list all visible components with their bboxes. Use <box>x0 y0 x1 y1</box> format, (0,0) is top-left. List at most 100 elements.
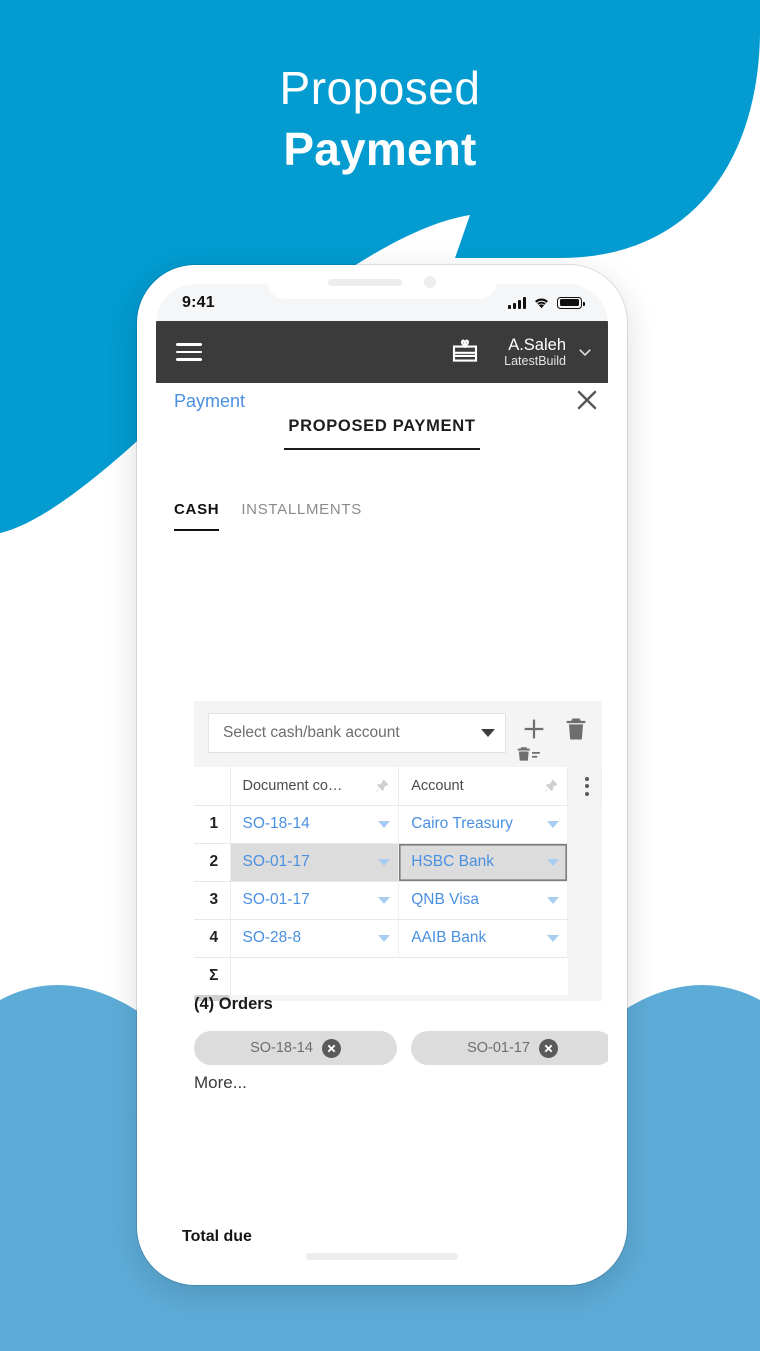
cell-account[interactable]: QNB Visa <box>398 881 568 920</box>
cell-account[interactable]: AAIB Bank <box>398 919 568 958</box>
cell-document-code-text: SO-01-17 <box>242 853 310 870</box>
total-due-label: Total due <box>182 1228 252 1245</box>
page-title: PROPOSED PAYMENT <box>284 417 480 450</box>
caret-down-icon[interactable] <box>378 820 391 828</box>
totals-section: Total due 60,000 Proposed payment 60,000 <box>182 1228 608 1248</box>
caret-down-icon[interactable] <box>378 934 391 942</box>
caret-down-icon[interactable] <box>547 858 559 866</box>
tab-installments[interactable]: INSTALLMENTS <box>241 501 362 531</box>
row-spacer <box>567 843 602 881</box>
cash-bank-account-select[interactable]: Select cash/bank account <box>208 713 506 753</box>
page-title-wrap: PROPOSED PAYMENT <box>156 417 608 450</box>
column-header-index <box>194 767 231 806</box>
promo-heading: Proposed Payment <box>0 62 760 184</box>
cell-document-code[interactable]: SO-01-17 <box>230 881 400 920</box>
cell-account[interactable]: Cairo Treasury <box>398 805 568 844</box>
more-orders-link[interactable]: More... <box>194 1073 247 1093</box>
grid-tool-icons <box>506 713 590 761</box>
order-chip[interactable]: SO-18-14 <box>194 1031 397 1065</box>
wifi-icon <box>535 297 548 309</box>
summary-spacer <box>567 957 602 995</box>
cell-account-text: Cairo Treasury <box>411 815 513 832</box>
cell-account-text: AAIB Bank <box>411 929 487 946</box>
pin-icon[interactable] <box>374 778 390 794</box>
grid-menu-button[interactable] <box>567 767 602 805</box>
close-icon[interactable] <box>572 385 602 415</box>
column-header-document-code[interactable]: Document co… <box>230 767 400 806</box>
promo-line-2: Payment <box>283 122 477 175</box>
cellular-signal-icon <box>508 296 526 309</box>
close-circle-icon[interactable] <box>321 1038 341 1058</box>
caret-down-icon[interactable] <box>547 820 559 828</box>
grid-card: Select cash/bank account Document co… Ac… <box>194 701 602 1001</box>
row-index: 3 <box>194 881 231 920</box>
row-spacer <box>567 881 602 919</box>
breadcrumb[interactable]: Payment <box>174 391 245 412</box>
cell-document-code[interactable]: SO-01-17 <box>230 843 400 882</box>
cell-document-code-text: SO-18-14 <box>242 815 310 832</box>
row-spacer <box>567 919 602 957</box>
caret-down-icon <box>481 729 495 737</box>
row-index: 4 <box>194 919 231 958</box>
tab-bar: CASH INSTALLMENTS <box>174 501 362 531</box>
grid-toolbar: Select cash/bank account <box>194 713 602 761</box>
table-row[interactable]: 2 SO-01-17 HSBC Bank <box>194 843 602 882</box>
status-time: 9:41 <box>182 293 215 311</box>
cash-bank-account-select-value: Select cash/bank account <box>223 724 400 741</box>
row-index: 2 <box>194 843 231 882</box>
order-chip[interactable]: SO-01-17 <box>411 1031 608 1065</box>
phone-screen: 9:41 A.Saleh LatestBuild Payment PROPOSE… <box>156 284 608 1248</box>
cell-account-text: QNB Visa <box>411 891 480 908</box>
battery-icon <box>557 296 585 309</box>
caret-down-icon[interactable] <box>547 896 559 904</box>
summary-sigma-symbol: Σ <box>194 957 231 995</box>
cell-document-code[interactable]: SO-18-14 <box>230 805 400 844</box>
caret-down-icon[interactable] <box>378 858 391 866</box>
table-row[interactable]: 3 SO-01-17 QNB Visa <box>194 881 602 920</box>
cell-account-text: HSBC Bank <box>411 853 494 870</box>
earpiece-speaker <box>328 278 402 286</box>
order-chip-label: SO-01-17 <box>467 1040 530 1056</box>
total-due-row: Total due 60,000 <box>182 1228 608 1248</box>
plus-icon[interactable] <box>520 715 548 743</box>
phone-notch <box>267 265 497 299</box>
caret-down-icon[interactable] <box>547 934 559 942</box>
orders-chip-list: SO-18-14 SO-01-17 <box>194 1031 608 1065</box>
home-indicator <box>306 1253 458 1260</box>
gift-card-icon[interactable] <box>450 337 480 367</box>
cell-document-code-text: SO-28-8 <box>242 929 302 946</box>
table-row[interactable]: 1 SO-18-14 Cairo Treasury <box>194 805 602 844</box>
app-bar: A.Saleh LatestBuild <box>156 321 608 383</box>
row-spacer <box>567 805 602 843</box>
table-header-row: Document co… Account <box>194 767 602 806</box>
summary-cell-account <box>399 957 568 995</box>
column-header-document-code-label: Document co… <box>242 777 343 794</box>
trash-icon[interactable] <box>562 715 590 743</box>
phone-device: 9:41 A.Saleh LatestBuild Payment PROPOSE… <box>137 265 627 1285</box>
row-index: 1 <box>194 805 231 844</box>
cell-account[interactable]: HSBC Bank <box>398 843 568 882</box>
pin-icon[interactable] <box>543 778 559 794</box>
more-vertical-icon <box>580 776 593 796</box>
cell-document-code[interactable]: SO-28-8 <box>230 919 400 958</box>
caret-down-icon[interactable] <box>378 896 391 904</box>
table-summary-row: Σ <box>194 957 602 995</box>
user-build-label: LatestBuild <box>504 354 566 369</box>
payment-grid-table: Document co… Account 1 SO-18-14 Cairo Tr… <box>194 767 602 995</box>
close-circle-icon[interactable] <box>538 1038 558 1058</box>
cell-document-code-text: SO-01-17 <box>242 891 310 908</box>
order-chip-label: SO-18-14 <box>250 1040 313 1056</box>
tab-cash[interactable]: CASH <box>174 501 220 531</box>
hamburger-icon[interactable] <box>176 343 202 361</box>
page-content: Payment PROPOSED PAYMENT CASH INSTALLMEN… <box>156 383 608 1248</box>
orders-count-label: (4) Orders <box>194 995 273 1013</box>
status-icons <box>508 296 585 309</box>
column-header-account[interactable]: Account <box>398 767 568 806</box>
user-info[interactable]: A.Saleh LatestBuild <box>504 336 566 368</box>
screenshot-root: Proposed Payment 9:41 A.Saleh LatestBuil… <box>0 0 760 1351</box>
table-row[interactable]: 4 SO-28-8 AAIB Bank <box>194 919 602 958</box>
chevron-down-icon[interactable] <box>576 343 594 361</box>
promo-line-1: Proposed <box>279 62 481 114</box>
trash-lines-icon[interactable] <box>516 745 542 765</box>
summary-cell-document-code <box>230 957 399 995</box>
